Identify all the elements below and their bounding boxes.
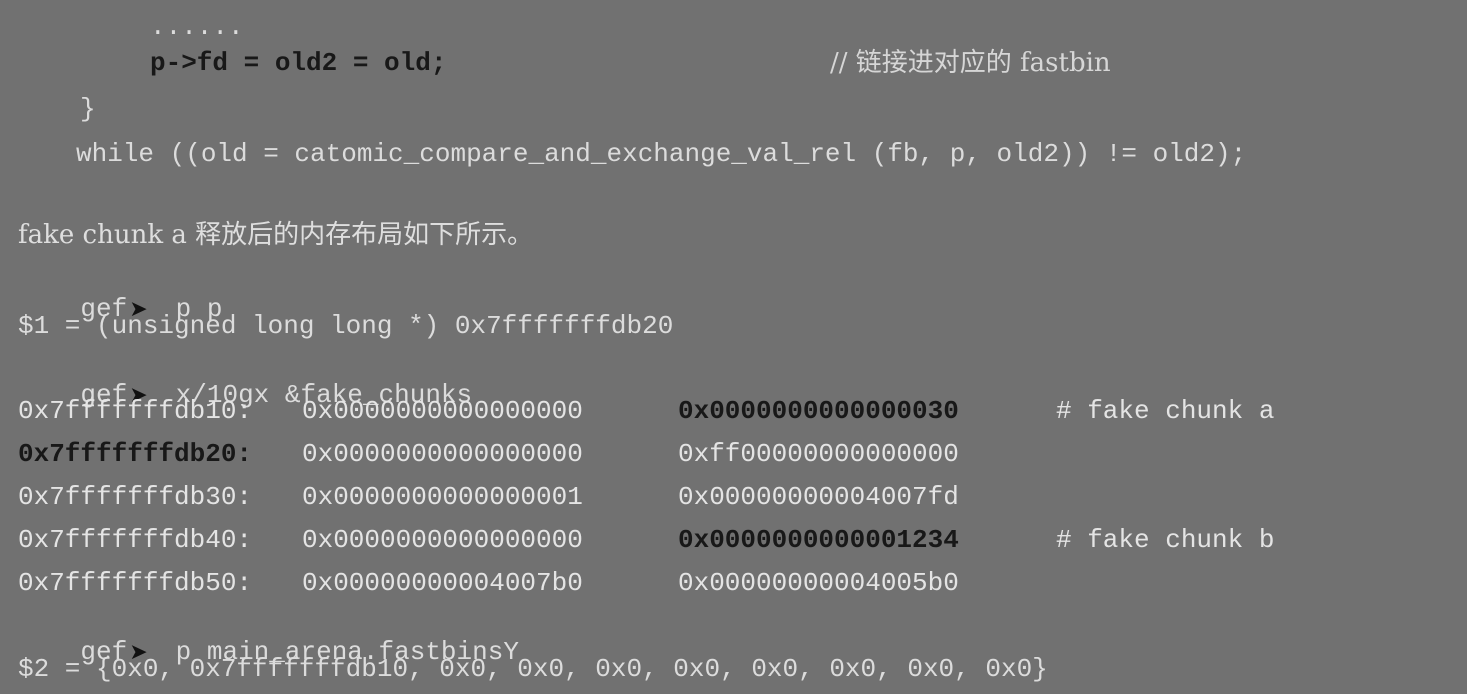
memory-value-1: 0x0000000000000000 — [302, 396, 583, 426]
memory-value-2: 0x00000000004007fd — [678, 482, 959, 512]
close-brace: } — [80, 94, 96, 124]
memory-address: 0x7fffffffdb20: — [18, 439, 253, 469]
prose-paragraph: fake chunk a 释放后的内存布局如下所示。 — [18, 220, 534, 250]
memory-value-1: 0x0000000000000000 — [302, 525, 583, 555]
memory-row: 0x7fffffffdb10: 0x0000000000000000 0x000… — [0, 398, 1467, 428]
fd-assign-statement: p->fd = old2 = old; — [150, 48, 447, 78]
memory-row: 0x7fffffffdb30: 0x0000000000000001 0x000… — [0, 484, 1467, 514]
memory-row: 0x7fffffffdb50: 0x00000000004007b0 0x000… — [0, 570, 1467, 600]
memory-value-2: 0xff00000000000000 — [678, 439, 959, 469]
memory-value-1: 0x0000000000000000 — [302, 439, 583, 469]
memory-comment: # fake chunk a — [1056, 396, 1275, 426]
memory-comment: # fake chunk b — [1056, 525, 1275, 555]
output-print-p: $1 = (unsigned long long *) 0x7fffffffdb… — [18, 311, 674, 341]
ellipsis-dots: ...... — [150, 12, 244, 42]
memory-value-2: 0x0000000000001234 — [678, 525, 959, 555]
memory-address: 0x7fffffffdb40: — [18, 525, 253, 555]
book-page-code-excerpt: ...... p->fd = old2 = old; // 链接进对应的 fas… — [0, 0, 1467, 694]
memory-row: 0x7fffffffdb40: 0x0000000000000000 0x000… — [0, 527, 1467, 557]
memory-value-1: 0x0000000000000001 — [302, 482, 583, 512]
assign-comment: // 链接进对应的 fastbin — [830, 48, 1111, 78]
memory-address: 0x7fffffffdb10: — [18, 396, 253, 426]
memory-value-2: 0x0000000000000030 — [678, 396, 959, 426]
memory-value-2: 0x00000000004005b0 — [678, 568, 959, 598]
output-fastbins: $2 = {0x0, 0x7fffffffdb10, 0x0, 0x0, 0x0… — [18, 654, 1048, 684]
while-condition-line: while ((old = catomic_compare_and_exchan… — [76, 139, 1247, 169]
memory-row: 0x7fffffffdb20: 0x0000000000000000 0xff0… — [0, 441, 1467, 471]
memory-value-1: 0x00000000004007b0 — [302, 568, 583, 598]
memory-address: 0x7fffffffdb30: — [18, 482, 253, 512]
memory-address: 0x7fffffffdb50: — [18, 568, 253, 598]
